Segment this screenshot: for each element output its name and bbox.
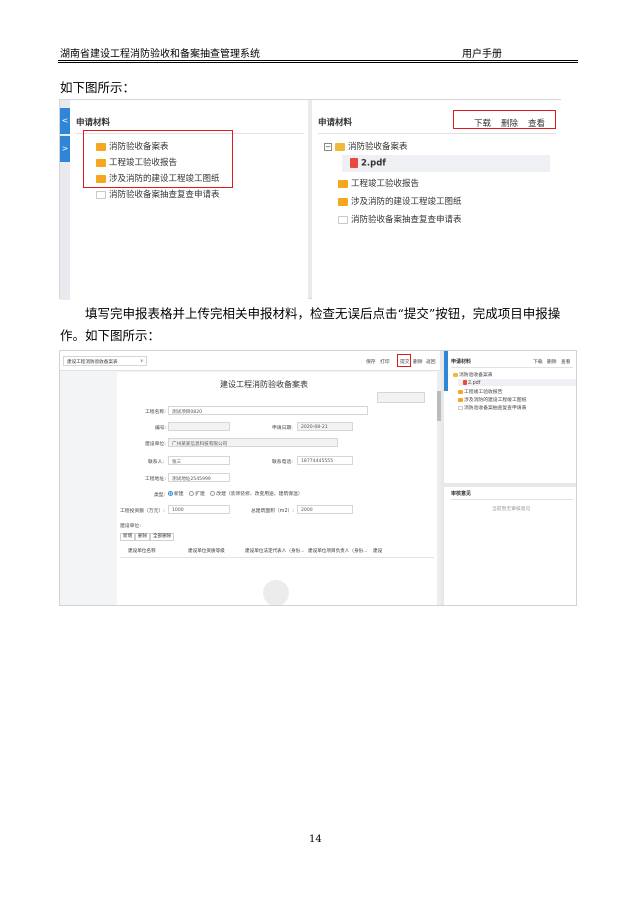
folder-icon <box>338 197 348 206</box>
folder-icon <box>338 179 348 188</box>
folder-icon <box>458 389 463 394</box>
header-rule-thin <box>58 62 578 63</box>
right-panel-title: 申请材料 <box>318 118 353 128</box>
tree-item[interactable]: 工程竣工验收报告 <box>338 177 419 189</box>
form-select[interactable]: 建设工程消防验收备案表 ∨ <box>63 356 147 366</box>
highlight-box <box>83 130 233 188</box>
apply-date-field: 2020-08-21 <box>297 422 353 431</box>
page-number: 14 <box>309 834 322 845</box>
tree-item[interactable]: 消防验收备案抽查复查申请表 <box>338 213 462 225</box>
right-panel-divider <box>318 133 556 134</box>
materials-right-panel: 申请材料 下载 删除 查看 − 消防验收备案表 2.pdf 工程竣工验收报告 涉及… <box>312 100 562 300</box>
pdf-icon <box>350 158 358 168</box>
folder-icon <box>96 190 106 199</box>
side-tree-root[interactable]: 消防验收备案表 <box>453 371 493 378</box>
column-header: 建设 <box>373 549 383 554</box>
add-row-button[interactable]: 新增 <box>120 533 136 541</box>
side-view-button[interactable]: 查看 <box>561 358 571 365</box>
side-file-item[interactable]: 2.pdf <box>463 380 480 386</box>
investment-field[interactable]: 1000 <box>168 505 230 514</box>
form-title: 建设工程消防验收备案表 <box>220 380 308 389</box>
paragraph-intro: 如下图所示： <box>60 80 136 95</box>
side-tree-item[interactable]: 工程竣工验收报告 <box>458 388 502 395</box>
empty-table-icon <box>263 580 289 605</box>
number-field <box>168 422 230 431</box>
pdf-icon <box>463 380 467 385</box>
chevron-down-icon: ∨ <box>140 358 144 364</box>
record-form: 建设工程消防验收备案表 工程名称: 测试项目0820 编号: 申请日期: 202… <box>117 372 437 605</box>
file-item[interactable]: 2.pdf <box>350 158 386 169</box>
side-tree-item[interactable]: 消防验收备案抽查复查申请表 <box>458 404 526 411</box>
tree-root[interactable]: − 消防验收备案表 <box>324 140 408 152</box>
side-divider <box>451 367 573 368</box>
material-item[interactable]: 消防验收备案抽查复查申请表 <box>96 188 220 200</box>
type-radio-group: 新建 扩建 改建（装饰装修、改变用途、建筑保温） <box>168 490 303 497</box>
folder-open-icon <box>335 142 345 151</box>
side-separator <box>444 483 576 487</box>
header-doc-type: 用户手册 <box>462 49 502 60</box>
column-header: 建设单位项目负责人（身份... <box>308 549 368 554</box>
address-field[interactable]: 测试地址2545999 <box>168 473 230 482</box>
side-tree-item[interactable]: 涉及消防的建设工程竣工图纸 <box>458 396 526 403</box>
delete-row-button[interactable]: 删除 <box>135 533 151 541</box>
screenshot-materials: < > 申请材料 消防验收备案表 工程竣工验收报告 涉及消防的建设工程竣工图纸 … <box>59 99 562 300</box>
radio-rebuild[interactable] <box>210 491 216 496</box>
scrollbar-thumb[interactable] <box>437 391 441 421</box>
save-action[interactable]: 保存 <box>366 358 376 365</box>
radio-expand[interactable] <box>189 491 195 496</box>
label-project-name: 工程名称: <box>145 410 166 415</box>
label-builder: 建设单位: <box>145 442 166 447</box>
label-investment: 工程投资额（万元）: <box>120 509 165 514</box>
table-header: 建设单位名称 建设单位资质等级 建设单位法定代表人（身份... 建设单位项目负责… <box>120 548 434 558</box>
label-address: 工程地址: <box>145 477 166 482</box>
label-phone: 联系电话: <box>272 460 293 465</box>
phone-field[interactable]: 18774445555 <box>297 456 353 465</box>
materials-left-panel: < > 申请材料 消防验收备案表 工程竣工验收报告 涉及消防的建设工程竣工图纸 … <box>60 100 308 300</box>
collapse-icon[interactable]: − <box>324 142 332 151</box>
area-field[interactable]: 2000 <box>297 505 353 514</box>
column-header: 建设单位法定代表人（身份... <box>245 549 305 554</box>
label-area: 总建筑面积（m2）: <box>251 509 294 514</box>
form-topbar: 建设工程消防验收备案表 ∨ 保存 打印 提交 删除 返回 <box>60 351 440 371</box>
builder-field: 广州某某信息科技有限公司 <box>168 438 338 447</box>
expand-tab[interactable]: > <box>60 136 70 162</box>
label-number: 编号: <box>155 426 167 431</box>
side-download-button[interactable]: 下载 <box>533 358 543 365</box>
column-header: 建设单位资质等级 <box>188 549 225 554</box>
folder-icon <box>458 397 463 402</box>
left-panel-title: 申请材料 <box>76 118 111 128</box>
form-side-panel: 申请材料 下载 删除 查看 消防验收备案表 2.pdf 工程竣工验收报告 涉及消… <box>444 351 576 605</box>
side-title: 申请材料 <box>451 359 472 365</box>
folder-icon <box>458 405 463 410</box>
highlight-box-buttons <box>453 110 556 129</box>
collapse-tab[interactable]: < <box>60 108 70 134</box>
side-delete-button[interactable]: 删除 <box>547 358 557 365</box>
delete-all-button[interactable]: 全部删除 <box>150 533 175 541</box>
side-accent-strip <box>444 351 448 391</box>
qr-placeholder <box>377 392 425 403</box>
label-contact: 联系人: <box>148 460 165 465</box>
column-header: 建设单位名称 <box>128 549 156 554</box>
delete-action[interactable]: 删除 <box>413 358 423 365</box>
header-system-name: 湖南省建设工程消防验收和备案抽查管理系统 <box>60 49 260 60</box>
opinion-empty-text: 当前暂无审核意见 <box>492 507 531 512</box>
radio-new[interactable] <box>168 491 173 496</box>
folder-icon <box>338 215 348 224</box>
tree-item[interactable]: 涉及消防的建设工程竣工图纸 <box>338 195 462 207</box>
label-apply-date: 申请日期: <box>272 426 293 431</box>
label-type: 类型: <box>154 493 166 498</box>
header-rule <box>58 60 578 61</box>
print-action[interactable]: 打印 <box>380 358 390 365</box>
contact-field[interactable]: 张三 <box>168 456 230 465</box>
project-name-field[interactable]: 测试项目0820 <box>168 406 368 415</box>
folder-open-icon <box>453 372 458 377</box>
opinion-divider <box>451 499 573 500</box>
paragraph-submit: 填写完申报表格并上传完相关申报材料，检查无误后点击“提交”按钮，完成项目申报操作… <box>60 306 561 343</box>
back-action[interactable]: 返回 <box>426 358 436 365</box>
screenshot-form: 建设工程消防验收备案表 ∨ 保存 打印 提交 删除 返回 建设工程消防验收备案表… <box>59 350 577 606</box>
label-unit: 建设单位: <box>120 524 141 529</box>
highlight-submit <box>397 354 411 367</box>
opinion-title: 审核意见 <box>451 491 472 497</box>
